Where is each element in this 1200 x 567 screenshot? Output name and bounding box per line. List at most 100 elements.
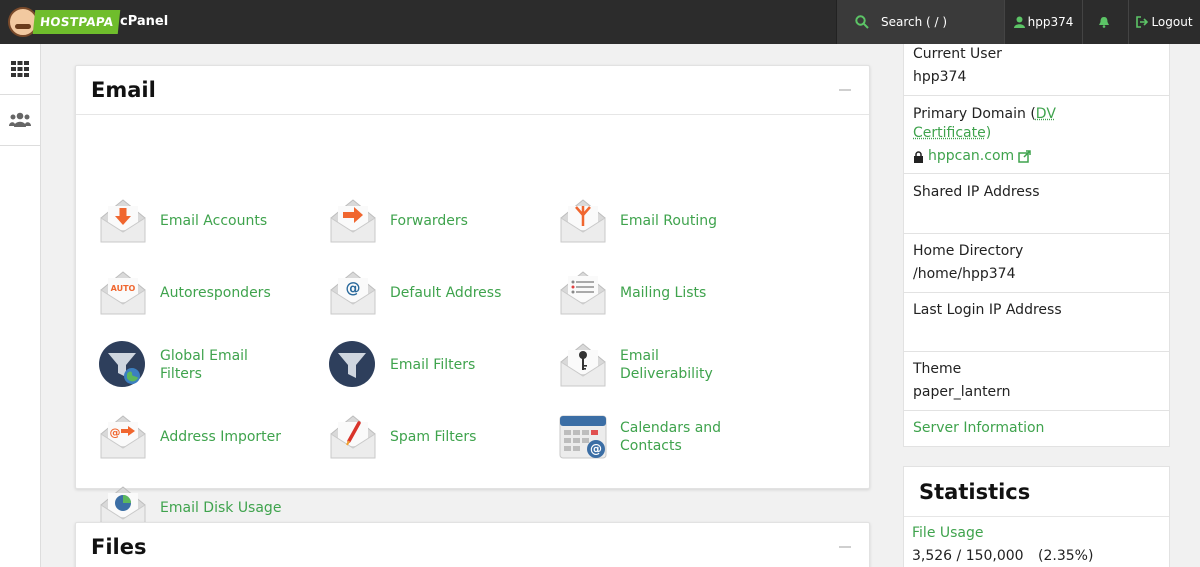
brand-name: HOSTPAPA (33, 10, 121, 34)
envelope-routing-icon (558, 196, 608, 246)
user-icon (1014, 16, 1025, 28)
top-bar: HOSTPAPA cPanel hpp374 Logout (0, 0, 1200, 44)
home-directory-label: Home Directory (913, 242, 1160, 261)
left-nav (0, 44, 41, 567)
forwarders-item[interactable]: Forwarders (306, 193, 468, 249)
statistics-header: Statistics (904, 467, 1169, 517)
last-login-label: Last Login IP Address (913, 301, 1160, 320)
primary-domain-label: Primary Domain (DV Certificate) (913, 105, 1058, 143)
filter-icon (328, 340, 378, 390)
email-routing-item[interactable]: Email Routing (536, 193, 717, 249)
general-info-panel: Current User hpp374 Primary Domain (DV C… (903, 44, 1170, 447)
autoresponders-label: Autoresponders (160, 284, 271, 302)
files-panel: Files (75, 522, 870, 567)
logout-button[interactable]: Logout (1128, 0, 1200, 44)
mailing-lists-item[interactable]: Mailing Lists (536, 265, 706, 321)
envelope-auto-icon: AUTO (98, 268, 148, 318)
files-panel-title: Files (91, 535, 146, 559)
theme-value: paper_lantern (913, 383, 1160, 402)
global-filter-icon (98, 340, 148, 390)
email-panel: Email Email Accounts Forwarders Email Ro… (75, 65, 870, 489)
envelope-key-icon (558, 340, 608, 390)
shared-ip-label: Shared IP Address (913, 183, 1160, 202)
file-usage-value-row: 3,526 / 150,000 (2.35%) (912, 547, 1161, 566)
default-address-item[interactable]: @ Default Address (306, 265, 501, 321)
nav-tools-button[interactable] (0, 44, 40, 95)
primary-domain-close: ) (986, 125, 991, 141)
email-disk-usage-label: Email Disk Usage (160, 499, 281, 517)
primary-domain-row: Primary Domain (DV Certificate) hppcan.c… (903, 96, 1170, 174)
envelope-forward-icon (328, 196, 378, 246)
email-routing-label: Email Routing (620, 212, 717, 230)
email-accounts-item[interactable]: Email Accounts (76, 193, 267, 249)
home-directory-value: /home/hpp374 (913, 265, 1160, 284)
file-usage-value: 3,526 / 150,000 (912, 548, 1024, 564)
svg-text:@: @ (110, 426, 121, 439)
svg-text:AUTO: AUTO (111, 284, 136, 293)
email-deliverability-item[interactable]: Email Deliverability (536, 337, 750, 393)
files-panel-header: Files (76, 523, 869, 567)
calendars-contacts-item[interactable]: @ Calendars and Contacts (536, 409, 750, 465)
nav-users-button[interactable] (0, 95, 40, 146)
lock-icon (913, 151, 924, 163)
logout-label: Logout (1151, 15, 1192, 29)
email-accounts-label: Email Accounts (160, 212, 267, 230)
spam-filters-item[interactable]: Spam Filters (306, 409, 476, 465)
address-importer-label: Address Importer (160, 428, 281, 446)
spam-filters-label: Spam Filters (390, 428, 476, 446)
envelope-import-icon: @ (98, 412, 148, 462)
global-email-filters-item[interactable]: Global Email Filters (76, 337, 290, 393)
current-user-label: Current User (913, 45, 1160, 64)
autoresponders-item[interactable]: AUTO Autoresponders (76, 265, 271, 321)
envelope-spam-icon (328, 412, 378, 462)
app-name[interactable]: cPanel (120, 14, 168, 29)
external-link-icon[interactable] (1018, 150, 1031, 163)
envelope-at-icon: @ (328, 268, 378, 318)
hostpapa-logo[interactable]: HOSTPAPA (8, 5, 119, 39)
search-icon (855, 15, 869, 29)
current-user-row: Current User hpp374 (903, 44, 1170, 96)
address-importer-item[interactable]: @ Address Importer (76, 409, 281, 465)
calendars-contacts-label: Calendars and Contacts (620, 419, 750, 455)
svg-text:@: @ (346, 279, 361, 297)
current-user-value: hpp374 (913, 68, 1160, 87)
user-name: hpp374 (1028, 15, 1074, 29)
primary-domain-text: Primary Domain ( (913, 106, 1036, 122)
mailing-lists-label: Mailing Lists (620, 284, 706, 302)
default-address-label: Default Address (390, 284, 501, 302)
domain-link[interactable]: hppcan.com (928, 147, 1014, 166)
server-info-row: Server Information (903, 411, 1170, 447)
user-menu[interactable]: hpp374 (1004, 0, 1082, 44)
last-login-row: Last Login IP Address (903, 293, 1170, 352)
logout-icon (1136, 16, 1148, 28)
grid-icon (11, 61, 29, 77)
email-deliverability-label: Email Deliverability (620, 347, 750, 383)
email-filters-item[interactable]: Email Filters (306, 337, 475, 393)
svg-text:@: @ (590, 442, 602, 456)
email-panel-title: Email (91, 78, 156, 102)
notifications-button[interactable] (1082, 0, 1128, 44)
email-panel-collapse-button[interactable] (839, 89, 851, 91)
forwarders-label: Forwarders (390, 212, 468, 230)
file-usage-row: File Usage 3,526 / 150,000 (2.35%) (904, 517, 1169, 566)
global-email-filters-label: Global Email Filters (160, 347, 290, 383)
file-usage-link[interactable]: File Usage (912, 524, 1161, 543)
theme-row: Theme paper_lantern (903, 352, 1170, 411)
statistics-panel: Statistics File Usage 3,526 / 150,000 (2… (903, 466, 1170, 567)
envelope-download-icon (98, 196, 148, 246)
search-box[interactable] (836, 0, 1004, 44)
search-input[interactable] (881, 15, 991, 29)
file-usage-percent: (2.35%) (1038, 548, 1093, 564)
statistics-title: Statistics (919, 480, 1030, 504)
domain-row: hppcan.com (913, 147, 1160, 166)
server-information-link[interactable]: Server Information (913, 419, 1160, 438)
envelope-list-icon (558, 268, 608, 318)
email-filters-label: Email Filters (390, 356, 475, 374)
users-icon (9, 112, 31, 128)
calendar-icon: @ (558, 412, 608, 462)
bell-icon (1098, 16, 1110, 28)
theme-label: Theme (913, 360, 1160, 379)
home-directory-row: Home Directory /home/hpp374 (903, 234, 1170, 293)
shared-ip-row: Shared IP Address (903, 174, 1170, 234)
files-panel-collapse-button[interactable] (839, 546, 851, 548)
